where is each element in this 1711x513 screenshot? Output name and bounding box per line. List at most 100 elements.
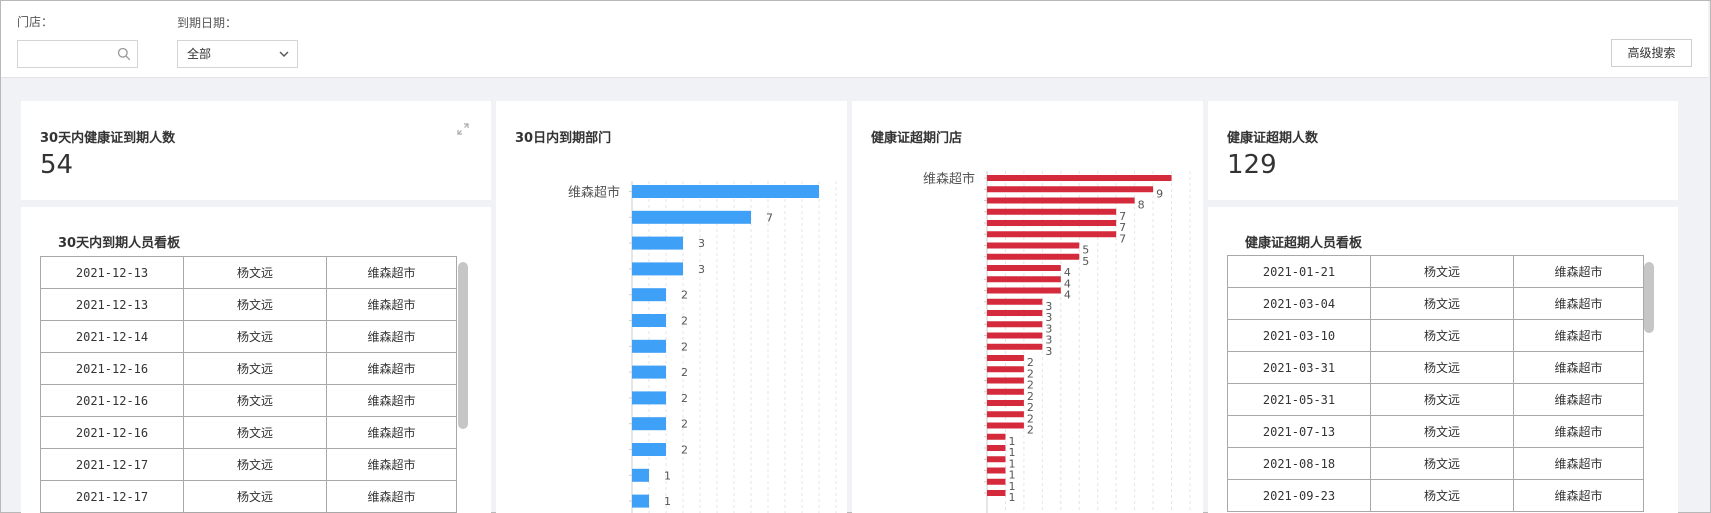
bar <box>987 197 1135 204</box>
name-cell: 杨文远 <box>1370 255 1514 288</box>
table-row[interactable]: 2021-03-31 杨文远 维森超市 <box>1227 351 1644 384</box>
table-row[interactable]: 2021-12-16 杨文远 维森超市 <box>40 352 457 385</box>
bar <box>987 175 1172 181</box>
name-cell: 杨文远 <box>1370 383 1514 416</box>
table-row[interactable]: 2021-03-04 杨文远 维森超市 <box>1227 287 1644 320</box>
table-row[interactable]: 2021-03-10 杨文远 维森超市 <box>1227 319 1644 352</box>
data-label: 1 <box>664 469 671 482</box>
kpi-card-30days <box>21 101 491 200</box>
category-label: 维森超市 <box>923 171 975 187</box>
data-label: 4 <box>1064 289 1071 302</box>
expiry-date-select-value: 全部 <box>187 47 212 61</box>
date-cell: 2021-12-16 <box>40 352 184 385</box>
data-label: 1 <box>664 495 671 508</box>
bar <box>632 468 649 482</box>
expiry-filter-label: 到期日期： <box>177 16 238 30</box>
bar <box>987 321 1043 328</box>
date-cell: 2021-12-17 <box>40 480 184 513</box>
table-row[interactable]: 2021-12-14 杨文远 维森超市 <box>40 320 457 353</box>
data-label: 9 <box>1156 187 1163 200</box>
board-expired-scrollbar[interactable] <box>1644 262 1654 512</box>
date-cell: 2021-08-18 <box>1227 447 1371 480</box>
stores-bar-chart: 9877755444333332222222111111维森超市 <box>923 171 1191 513</box>
bar <box>987 276 1061 283</box>
data-label: 2 <box>681 418 688 431</box>
data-label: 8 <box>1138 199 1145 212</box>
data-label: 7 <box>766 211 773 224</box>
bar <box>987 220 1117 226</box>
date-cell: 2021-09-23 <box>1227 479 1371 512</box>
bar <box>987 400 1024 406</box>
board-30days-title: 30天内到期人员看板 <box>58 236 181 251</box>
date-cell: 2021-03-10 <box>1227 319 1371 352</box>
table-row[interactable]: 2021-01-21 杨文远 维森超市 <box>1227 255 1644 288</box>
data-label: 2 <box>681 366 688 379</box>
bar <box>987 388 1024 395</box>
date-cell: 2021-05-31 <box>1227 383 1371 416</box>
board-30days-scrollbar[interactable] <box>458 262 468 512</box>
bar <box>987 445 1006 451</box>
data-label: 3 <box>1045 345 1052 358</box>
store-cell: 维森超市 <box>326 288 457 321</box>
advanced-search-button[interactable]: 高级搜索 <box>1611 39 1692 67</box>
date-cell: 2021-12-17 <box>40 448 184 481</box>
name-cell: 杨文远 <box>1370 447 1514 480</box>
table-row[interactable]: 2021-12-13 杨文远 维森超市 <box>40 256 457 289</box>
store-cell: 维森超市 <box>1513 287 1644 320</box>
store-cell: 维森超市 <box>1513 383 1644 416</box>
expiry-date-select[interactable]: 全部 <box>177 40 298 68</box>
table-row[interactable]: 2021-09-23 杨文远 维森超市 <box>1227 479 1644 512</box>
name-cell: 杨文远 <box>183 256 327 289</box>
store-cell: 维森超市 <box>1513 319 1644 352</box>
data-label: 2 <box>681 392 688 405</box>
name-cell: 杨文远 <box>1370 287 1514 320</box>
bar <box>632 185 819 198</box>
store-cell: 维森超市 <box>326 352 457 385</box>
bar <box>987 253 1080 260</box>
table-row[interactable]: 2021-12-16 杨文远 维森超市 <box>40 416 457 449</box>
store-filter-label: 门店： <box>17 15 54 29</box>
data-label: 1 <box>1008 491 1015 504</box>
kpi-expired-title: 健康证超期人数 <box>1227 131 1319 146</box>
name-cell: 杨文远 <box>1370 479 1514 512</box>
bar <box>987 208 1117 215</box>
kpi-30days-title: 30天内健康证到期人数 <box>40 131 176 146</box>
bar <box>632 314 666 327</box>
store-search-field[interactable] <box>17 40 138 68</box>
bar <box>632 210 751 224</box>
bar <box>987 355 1024 361</box>
store-search-input[interactable] <box>18 41 108 67</box>
bar <box>632 339 666 353</box>
data-label: 2 <box>681 315 688 328</box>
table-row[interactable]: 2021-07-13 杨文远 维森超市 <box>1227 415 1644 448</box>
table-row[interactable]: 2021-12-17 杨文远 维森超市 <box>40 448 457 481</box>
data-label: 2 <box>1027 424 1034 437</box>
date-cell: 2021-12-13 <box>40 256 184 289</box>
search-icon[interactable] <box>117 47 131 61</box>
name-cell: 杨文远 <box>183 384 327 417</box>
name-cell: 杨文远 <box>183 448 327 481</box>
expand-icon[interactable] <box>456 122 470 136</box>
store-cell: 维森超市 <box>1513 351 1644 384</box>
bar <box>987 343 1043 350</box>
table-row[interactable]: 2021-12-13 杨文远 维森超市 <box>40 288 457 321</box>
chevron-down-icon <box>279 51 289 57</box>
table-row[interactable]: 2021-05-31 杨文远 维森超市 <box>1227 383 1644 416</box>
store-cell: 维森超市 <box>326 320 457 353</box>
date-cell: 2021-12-16 <box>40 384 184 417</box>
board-expired-scroll-thumb[interactable] <box>1644 262 1654 333</box>
store-cell: 维森超市 <box>326 384 457 417</box>
table-row[interactable]: 2021-08-18 杨文远 维森超市 <box>1227 447 1644 480</box>
table-row[interactable]: 2021-12-17 杨文远 维森超市 <box>40 480 457 513</box>
kpi-card-expired <box>1208 101 1678 200</box>
bar <box>987 490 1006 496</box>
board-30days-table: 2021-12-13 杨文远 维森超市 2021-12-13 杨文远 维森超市 2021-1… <box>40 256 457 513</box>
departments-bar-chart: 733222222211维森超市 <box>568 181 837 513</box>
board-30days-scroll-thumb[interactable] <box>458 262 468 429</box>
bar <box>632 236 683 250</box>
bar <box>987 287 1061 294</box>
bar <box>987 478 1006 485</box>
table-row[interactable]: 2021-12-16 杨文远 维森超市 <box>40 384 457 417</box>
data-label: 2 <box>681 289 688 302</box>
bar <box>632 443 666 456</box>
